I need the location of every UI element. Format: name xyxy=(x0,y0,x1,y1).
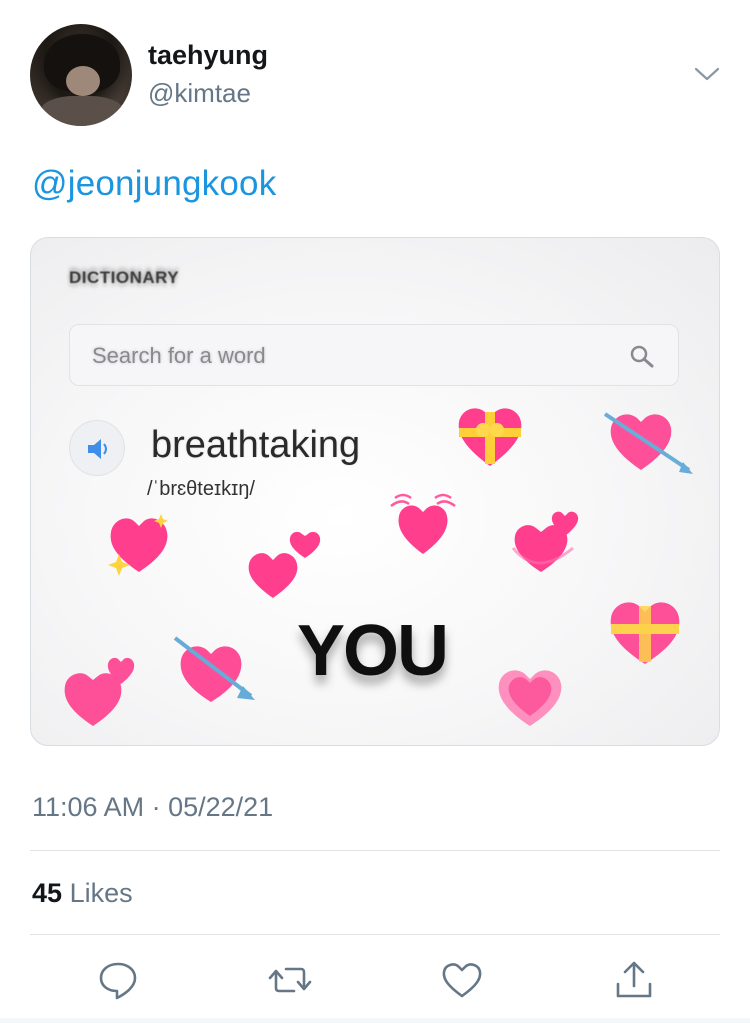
dictionary-search-box: Search for a word xyxy=(69,324,679,386)
search-icon xyxy=(630,345,654,368)
author-name[interactable]: taehyung xyxy=(148,40,268,71)
dictionary-pronunciation: /ˈbrɛθteɪkɪŋ/ xyxy=(147,478,255,500)
heart-with-ribbon-icon xyxy=(610,602,680,664)
likes-number: 45 xyxy=(32,878,63,908)
sparkling-heart-icon xyxy=(108,514,168,576)
speaker-icon xyxy=(69,420,125,476)
heart-with-arrow-icon xyxy=(173,636,255,702)
tweet-media-image[interactable]: DICTIONARY Search for a word breathtakin… xyxy=(30,237,720,746)
likes-label: Likes xyxy=(69,878,133,908)
bottom-border xyxy=(0,1018,750,1023)
overlay-text: YOU xyxy=(297,611,449,691)
dictionary-title: DICTIONARY xyxy=(69,268,180,287)
author-handle[interactable]: @kimtae xyxy=(148,78,251,109)
share-icon[interactable] xyxy=(612,958,656,1002)
growing-heart-icon xyxy=(498,670,562,726)
divider xyxy=(30,850,720,851)
heart-with-ribbon-icon xyxy=(458,408,522,466)
divider xyxy=(30,934,720,935)
likes-count[interactable]: 45 Likes xyxy=(32,878,133,909)
tweet-timestamp: 11:06 AM · 05/22/21 xyxy=(32,792,274,822)
heart-with-arrow-icon xyxy=(603,412,693,474)
chevron-down-icon[interactable] xyxy=(694,64,720,84)
two-hearts-icon xyxy=(248,531,321,598)
dictionary-word: breathtaking xyxy=(151,424,361,466)
revolving-hearts-icon xyxy=(511,511,579,572)
like-icon[interactable] xyxy=(440,958,484,1002)
reply-icon[interactable] xyxy=(96,958,140,1002)
beating-heart-icon xyxy=(390,493,456,554)
mention-link[interactable]: @jeonjungkook xyxy=(32,164,276,204)
author-avatar[interactable] xyxy=(30,24,132,126)
dictionary-search-placeholder: Search for a word xyxy=(92,343,266,368)
revolving-hearts-icon xyxy=(64,657,135,726)
retweet-icon[interactable] xyxy=(268,958,312,1002)
